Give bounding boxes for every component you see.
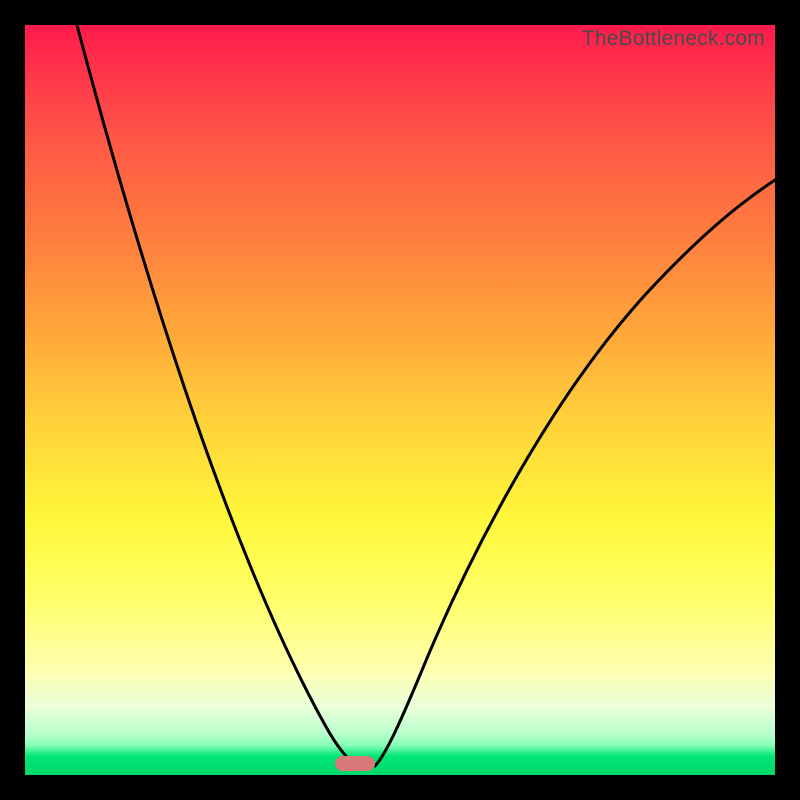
curve-left — [77, 25, 357, 766]
bottleneck-curve — [25, 25, 775, 775]
watermark-text: TheBottleneck.com — [582, 27, 765, 51]
chart-frame: TheBottleneck.com — [25, 25, 775, 775]
curve-right — [375, 180, 775, 766]
bottleneck-marker — [335, 756, 375, 771]
